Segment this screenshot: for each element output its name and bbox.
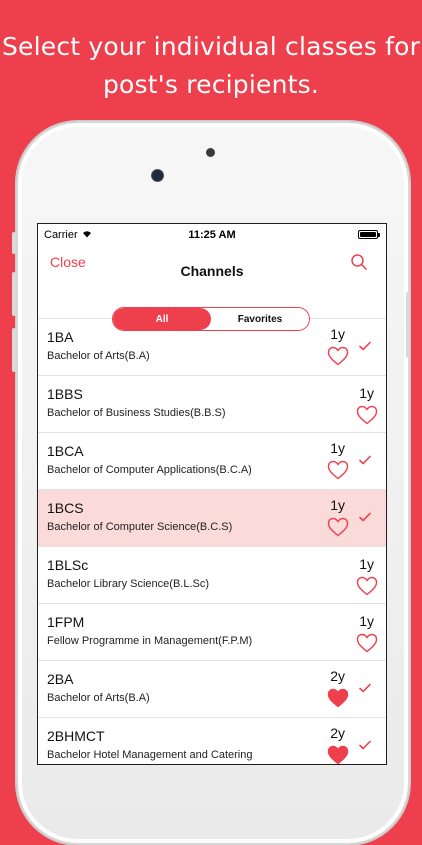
list-item[interactable]: 1BCA Bachelor of Computer Applications(B.… xyxy=(38,433,386,490)
channel-name: Bachelor Library Science(B.L.Sc) xyxy=(47,578,210,590)
channel-name: Bachelor of Arts(B.A) xyxy=(47,350,150,362)
heart-outline-icon[interactable] xyxy=(356,405,378,425)
phone-volume-down xyxy=(12,328,16,372)
page-title: Channels xyxy=(180,263,244,279)
list-item[interactable]: 1BA Bachelor of Arts(B.A) 1y xyxy=(38,319,386,376)
channel-year: 1y xyxy=(330,440,345,456)
phone-silent-switch xyxy=(12,232,16,254)
checkmark-icon xyxy=(359,740,371,750)
checkmark-icon xyxy=(359,341,371,351)
navigation-bar: Close Channels All Favorites xyxy=(38,246,386,331)
channel-code: 2BHMCT xyxy=(47,728,105,744)
list-item[interactable]: 1FPM Fellow Programme in Management(F.P.M… xyxy=(38,604,386,661)
list-item[interactable]: 1BBS Bachelor of Business Studies(B.B.S) 1… xyxy=(38,376,386,433)
heart-outline-icon[interactable] xyxy=(356,576,378,596)
list-item[interactable]: 1BLSc Bachelor Library Science(B.L.Sc) 1y xyxy=(38,547,386,604)
channel-name: Bachelor of Computer Applications(B.C.A) xyxy=(47,464,252,476)
channel-code: 2BA xyxy=(47,671,74,687)
channel-list: 1BA Bachelor of Arts(B.A) 1y 1BBS Bachelor o… xyxy=(38,319,386,764)
channel-year: 1y xyxy=(359,556,374,572)
list-item[interactable]: 1BCS Bachelor of Computer Science(B.C.S) 1… xyxy=(38,490,386,547)
channel-year: 1y xyxy=(330,497,345,513)
list-item[interactable]: 2BHMCT Bachelor Hotel Management and Cate… xyxy=(38,718,386,764)
heart-filled-icon[interactable] xyxy=(327,745,349,764)
phone-volume-up xyxy=(12,272,16,316)
checkmark-icon xyxy=(359,683,371,693)
battery-icon xyxy=(358,230,380,239)
channel-name: Bachelor of Computer Science(B.C.S) xyxy=(47,521,233,533)
channel-code: 1BCA xyxy=(47,443,84,459)
channel-code: 1BLSc xyxy=(47,557,89,573)
channel-year: 2y xyxy=(330,668,345,684)
channel-year: 1y xyxy=(359,385,374,401)
channel-code: 1BCS xyxy=(47,500,84,516)
list-item[interactable]: 2BA Bachelor of Arts(B.A) 2y xyxy=(38,661,386,718)
status-bar: Carrier 11:25 AM xyxy=(38,224,386,246)
heart-filled-icon[interactable] xyxy=(327,688,349,708)
checkmark-icon xyxy=(359,455,371,465)
channel-name: Fellow Programme in Management(F.P.M) xyxy=(47,635,253,647)
headline: Select your individual classes for post'… xyxy=(0,28,422,104)
phone-sensor-dot xyxy=(206,148,215,157)
heart-outline-icon[interactable] xyxy=(327,346,349,366)
headline-line-2: post's recipients. xyxy=(102,70,320,99)
heart-outline-icon[interactable] xyxy=(327,460,349,480)
channel-year: 1y xyxy=(359,613,374,629)
channel-code: 1FPM xyxy=(47,614,85,630)
channel-code: 1BA xyxy=(47,329,74,345)
phone-power-button xyxy=(406,292,410,358)
search-icon[interactable] xyxy=(350,253,368,271)
heart-outline-icon[interactable] xyxy=(356,633,378,653)
channel-name: Bachelor Hotel Management and Catering xyxy=(47,749,253,761)
app-screen: Carrier 11:25 AM Close Channels All Favo… xyxy=(38,224,386,764)
channel-code: 1BBS xyxy=(47,386,83,402)
channel-year: 2y xyxy=(330,725,345,741)
channel-name: Bachelor of Arts(B.A) xyxy=(47,692,150,704)
heart-outline-icon[interactable] xyxy=(327,517,349,537)
status-time: 11:25 AM xyxy=(188,229,236,241)
headline-line-1: Select your individual classes for xyxy=(1,32,421,61)
checkmark-icon xyxy=(359,512,371,522)
channel-year: 1y xyxy=(330,326,345,342)
phone-camera-icon xyxy=(151,169,164,182)
channel-name: Bachelor of Business Studies(B.B.S) xyxy=(47,407,226,419)
